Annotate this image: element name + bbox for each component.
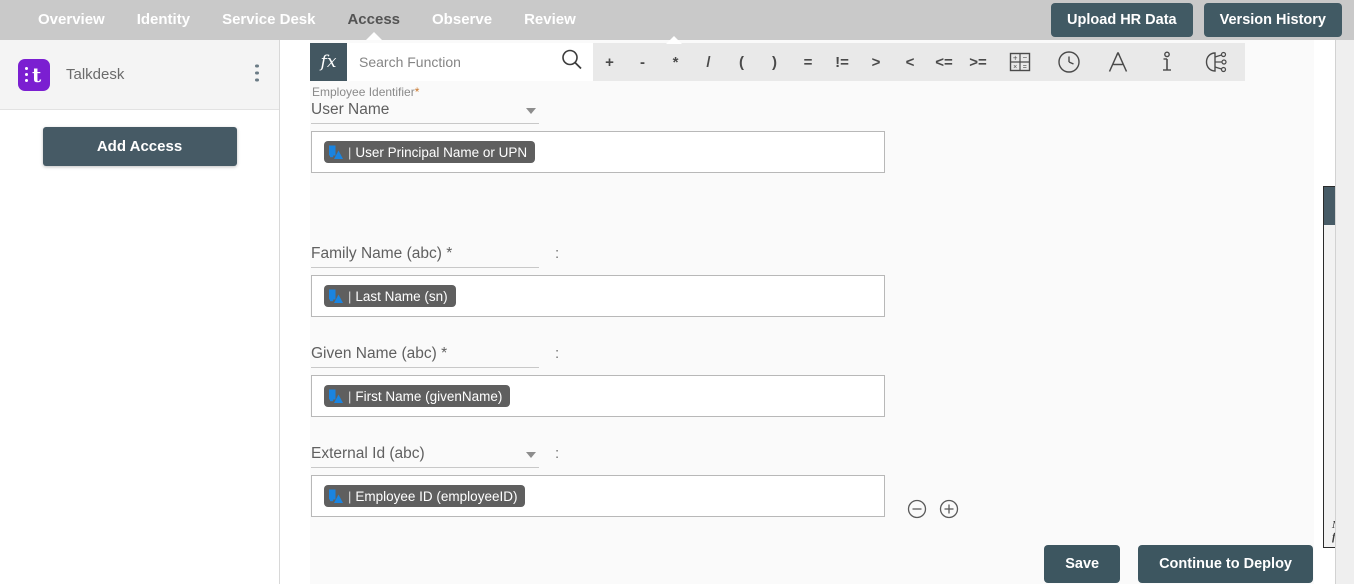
form-row-external-id: External Id (abc) : | Employee ID (emplo… xyxy=(311,445,885,517)
circle-plus-icon[interactable] xyxy=(939,499,959,524)
operator-less-than[interactable]: < xyxy=(893,43,927,81)
family-name-field[interactable]: Family Name (abc) * xyxy=(311,245,539,268)
nav-action-buttons: Upload HR Data Version History xyxy=(1051,0,1342,40)
operator-minus[interactable]: - xyxy=(626,43,659,81)
svg-text:=: = xyxy=(1022,64,1026,71)
calculator-icon[interactable]: + − × = xyxy=(995,43,1044,81)
operator-plus[interactable]: + xyxy=(593,43,626,81)
employee-identifier-value: User Name xyxy=(311,101,390,118)
row-controls xyxy=(907,499,959,524)
search-icon[interactable] xyxy=(561,49,583,76)
save-button[interactable]: Save xyxy=(1044,545,1121,583)
required-asterisk: * xyxy=(414,85,420,99)
token-label: Employee ID (employeeID) xyxy=(355,488,518,504)
external-id-token-box[interactable]: | Employee ID (employeeID) xyxy=(311,475,885,517)
circle-minus-icon[interactable] xyxy=(907,499,927,524)
given-name-label: Given Name (abc) * xyxy=(311,345,448,362)
main-content-area: fx + - * / ( ) = != > < xyxy=(281,36,1354,584)
token-label: Last Name (sn) xyxy=(355,288,448,304)
token-label: User Principal Name or UPN xyxy=(355,144,528,160)
operator-greater-equal[interactable]: >= xyxy=(961,43,995,81)
version-history-button[interactable]: Version History xyxy=(1203,3,1342,37)
token-separator: | xyxy=(348,488,352,504)
text-a-icon[interactable] xyxy=(1093,43,1142,81)
employee-identifier-select[interactable]: User Name xyxy=(311,101,539,124)
bottom-action-bar: Save Continue to Deploy xyxy=(1044,545,1313,583)
chevron-down-icon[interactable] xyxy=(526,108,536,114)
external-id-select[interactable]: External Id (abc) xyxy=(311,445,539,468)
token-employee-id[interactable]: | Employee ID (employeeID) xyxy=(324,485,526,507)
clock-icon[interactable] xyxy=(1044,43,1093,81)
operator-close-paren[interactable]: ) xyxy=(758,43,791,81)
brain-ai-icon[interactable] xyxy=(1191,43,1240,81)
operator-button-group: + - * / ( ) = != > < <= >= + − × = xyxy=(593,43,1245,81)
form-row-employee-identifier: Employee Identifier* User Name | User Pr… xyxy=(311,85,885,173)
operator-greater-than[interactable]: > xyxy=(859,43,893,81)
upload-hr-data-button[interactable]: Upload HR Data xyxy=(1051,3,1193,37)
nav-tab-review[interactable]: Review xyxy=(508,0,592,40)
employee-identifier-sub-label: Employee Identifier* xyxy=(312,85,885,99)
svg-text:×: × xyxy=(1013,64,1017,71)
toolbar-pointer-triangle xyxy=(666,36,682,44)
operator-not-equals[interactable]: != xyxy=(825,43,859,81)
employee-identifier-label-text: Employee Identifier xyxy=(312,85,415,99)
fx-function-button[interactable]: fx xyxy=(310,43,347,81)
left-sidebar: t Talkdesk Add Access xyxy=(0,40,280,584)
family-name-colon: : xyxy=(555,245,560,262)
right-gutter xyxy=(1335,40,1354,584)
nav-tab-service-desk[interactable]: Service Desk xyxy=(206,0,331,40)
continue-to-deploy-button[interactable]: Continue to Deploy xyxy=(1138,545,1313,583)
operator-multiply[interactable]: * xyxy=(659,43,692,81)
info-icon[interactable] xyxy=(1142,43,1191,81)
token-separator: | xyxy=(348,288,352,304)
employee-identifier-token-box[interactable]: | User Principal Name or UPN xyxy=(311,131,885,173)
token-user-principal-name[interactable]: | User Principal Name or UPN xyxy=(324,141,536,163)
chevron-down-icon[interactable] xyxy=(526,452,536,458)
top-navigation-bar: Overview Identity Service Desk Access Ob… xyxy=(0,0,1354,40)
formula-toolbar: fx + - * / ( ) = != > < xyxy=(310,36,1245,81)
add-access-button[interactable]: Add Access xyxy=(42,127,237,166)
mapping-form-area: Employee Identifier* User Name | User Pr… xyxy=(310,81,1314,584)
token-label: First Name (givenName) xyxy=(355,388,503,404)
formula-editor-panel: fx + - * / ( ) = != > < xyxy=(310,36,1314,584)
talkdesk-logo-icon: t xyxy=(18,58,50,91)
form-row-given-name: Given Name (abc) * : | First Name (given… xyxy=(311,345,885,417)
search-function-input[interactable] xyxy=(357,53,557,71)
token-separator: | xyxy=(348,388,352,404)
operator-open-paren[interactable]: ( xyxy=(725,43,758,81)
token-separator: | xyxy=(348,144,352,160)
svg-text:−: − xyxy=(1022,53,1027,62)
token-first-name[interactable]: | First Name (givenName) xyxy=(324,385,511,407)
talkdesk-logo-letter: t xyxy=(32,62,42,87)
source-attribute-icon xyxy=(328,489,343,504)
nav-tab-overview[interactable]: Overview xyxy=(22,0,121,40)
nav-tab-list: Overview Identity Service Desk Access Ob… xyxy=(0,0,592,40)
given-name-field[interactable]: Given Name (abc) * xyxy=(311,345,539,368)
external-id-label: External Id (abc) xyxy=(311,445,425,462)
search-function-wrapper xyxy=(347,43,593,81)
operator-divide[interactable]: / xyxy=(692,43,725,81)
given-name-colon: : xyxy=(555,345,560,362)
external-id-colon: : xyxy=(555,445,560,462)
nav-tab-access[interactable]: Access xyxy=(331,0,416,40)
application-name: Talkdesk xyxy=(66,66,125,83)
token-last-name[interactable]: | Last Name (sn) xyxy=(324,285,456,307)
form-row-family-name: Family Name (abc) * : | Last Name (sn) xyxy=(311,245,885,317)
family-name-label: Family Name (abc) * xyxy=(311,245,453,262)
source-attribute-icon xyxy=(328,289,343,304)
family-name-token-box[interactable]: | Last Name (sn) xyxy=(311,275,885,317)
operator-less-equal[interactable]: <= xyxy=(927,43,961,81)
source-attribute-icon xyxy=(328,389,343,404)
svg-text:+: + xyxy=(1012,54,1017,63)
application-row-talkdesk[interactable]: t Talkdesk xyxy=(0,40,279,110)
source-attribute-icon xyxy=(328,145,343,160)
nav-tab-observe[interactable]: Observe xyxy=(416,0,508,40)
operator-equals[interactable]: = xyxy=(791,43,825,81)
given-name-token-box[interactable]: | First Name (givenName) xyxy=(311,375,885,417)
nav-tab-identity[interactable]: Identity xyxy=(121,0,206,40)
more-vertical-icon[interactable] xyxy=(255,64,259,85)
